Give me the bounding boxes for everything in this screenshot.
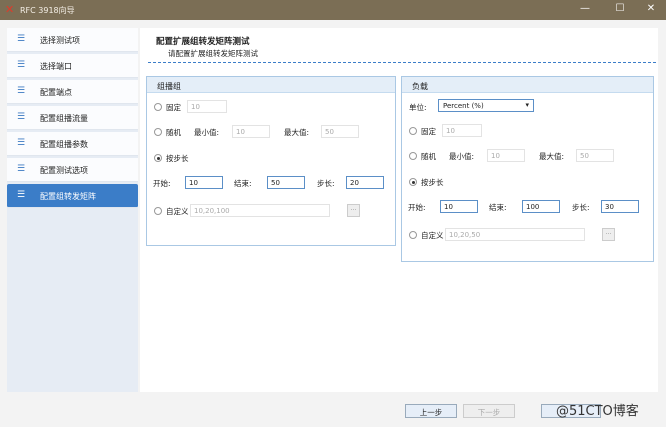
page-title: 配置扩展组转发矩阵测试 — [156, 37, 250, 47]
start-input[interactable]: 10 — [440, 200, 478, 213]
custom-label: 自定义 — [166, 207, 189, 216]
min-label: 最小值: — [449, 152, 475, 161]
sidebar-item[interactable]: ☰ 选择端口 — [7, 54, 138, 78]
sidebar: ☰ 选择测试项 ☰ 选择端口 ☰ 配置端点 ☰ 配置组播流量 ☰ 配置组播参数 ☰ 配置测试选项 ☰ 配置… — [7, 28, 138, 392]
random-label: 随机 — [421, 152, 436, 161]
random-radio[interactable] — [154, 128, 162, 136]
maximize-button[interactable]: ☐ — [612, 3, 628, 17]
fixed-radio[interactable] — [154, 103, 162, 111]
list-icon: ☰ — [17, 86, 26, 96]
sidebar-item-label: 选择端口 — [40, 62, 72, 71]
max-input: 50 — [321, 125, 359, 138]
sidebar-item-label: 选择测试项 — [40, 36, 80, 45]
step-label: 步长: — [317, 179, 335, 188]
sidebar-item-label: 配置组播流量 — [40, 114, 88, 123]
sidebar-item-label: 配置测试选项 — [40, 166, 88, 175]
fixed-input: 10 — [442, 124, 482, 137]
chevron-down-icon: ▾ — [525, 101, 529, 109]
load-group-box: 负载单位: Percent (%) ▾ 固定 10 随机 最小值: 10 最大值: 50 按步长开… — [401, 76, 654, 262]
list-icon: ☰ — [17, 138, 26, 148]
end-input[interactable]: 100 — [522, 200, 560, 213]
custom-label: 自定义 — [421, 231, 444, 240]
random-radio[interactable] — [409, 152, 417, 160]
watermark: @51CTO博客 — [556, 404, 639, 419]
start-input[interactable]: 10 — [185, 176, 223, 189]
unit-value: Percent (%) — [443, 102, 484, 110]
fixed-label: 固定 — [421, 127, 436, 136]
browse-button: ... — [602, 228, 615, 241]
step-input[interactable]: 30 — [601, 200, 639, 213]
custom-radio[interactable] — [409, 231, 417, 239]
close-button[interactable]: ✕ — [643, 3, 659, 17]
main-panel: 配置扩展组转发矩阵测试 请配置扩展组转发矩阵测试 组播组 固定 10 随机 最小值: 10… — [140, 28, 658, 392]
unit-select[interactable]: Percent (%) ▾ — [438, 99, 534, 112]
max-label: 最大值: — [539, 152, 565, 161]
fixed-label: 固定 — [166, 103, 181, 112]
list-icon: ☰ — [17, 164, 26, 174]
unit-label: 单位: — [409, 103, 427, 112]
min-input: 10 — [232, 125, 270, 138]
min-label: 最小值: — [194, 128, 220, 137]
sidebar-item-label: 配置组转发矩阵 — [40, 192, 96, 201]
custom-radio[interactable] — [154, 207, 162, 215]
sidebar-item[interactable]: ☰ 配置组转发矩阵 — [7, 184, 138, 208]
step-radio[interactable] — [154, 154, 162, 162]
max-label: 最大值: — [284, 128, 310, 137]
sidebar-item-label: 配置端点 — [40, 88, 72, 97]
sidebar-item[interactable]: ☰ 配置组播参数 — [7, 132, 138, 156]
prev-button[interactable]: 上一步 — [405, 404, 457, 418]
list-icon: ☰ — [17, 34, 26, 44]
start-label: 开始: — [153, 179, 171, 188]
min-input: 10 — [487, 149, 525, 162]
end-label: 结束: — [234, 179, 252, 188]
step-mode-label: 按步长 — [166, 154, 189, 163]
fixed-input: 10 — [187, 100, 227, 113]
custom-input: 10,20,100 — [190, 204, 330, 217]
sidebar-item-label: 配置组播参数 — [40, 140, 88, 149]
step-label: 步长: — [572, 203, 590, 212]
sidebar-item[interactable]: ☰ 选择测试项 — [7, 28, 138, 52]
next-button: 下一步 — [463, 404, 515, 418]
fixed-radio[interactable] — [409, 127, 417, 135]
end-label: 结束: — [489, 203, 507, 212]
sidebar-item[interactable]: ☰ 配置测试选项 — [7, 158, 138, 182]
sidebar-item[interactable]: ☰ 配置组播流量 — [7, 106, 138, 130]
sidebar-item[interactable]: ☰ 配置端点 — [7, 80, 138, 104]
group-header: 负载 — [402, 77, 653, 93]
browse-button: ... — [347, 204, 360, 217]
page-subtitle: 请配置扩展组转发矩阵测试 — [168, 49, 258, 58]
title-bar: ✕ RFC 3918向导 — ☐ ✕ — [0, 0, 666, 20]
step-mode-label: 按步长 — [421, 178, 444, 187]
step-input[interactable]: 20 — [346, 176, 384, 189]
list-icon: ☰ — [17, 112, 26, 122]
group-header: 组播组 — [147, 77, 395, 93]
max-input: 50 — [576, 149, 614, 162]
app-logo-icon: ✕ — [5, 3, 15, 16]
divider — [148, 62, 656, 63]
step-radio[interactable] — [409, 178, 417, 186]
start-label: 开始: — [408, 203, 426, 212]
custom-input: 10,20,50 — [445, 228, 585, 241]
list-icon: ☰ — [17, 60, 26, 70]
window-title: RFC 3918向导 — [20, 6, 75, 15]
end-input[interactable]: 50 — [267, 176, 305, 189]
list-icon: ☰ — [17, 190, 26, 200]
multicast-group-box: 组播组固定 10 随机 最小值: 10 最大值: 50 按步长开始: 10 结束: 50 步长: 20 自… — [146, 76, 396, 246]
random-label: 随机 — [166, 128, 181, 137]
minimize-button[interactable]: — — [577, 3, 593, 17]
